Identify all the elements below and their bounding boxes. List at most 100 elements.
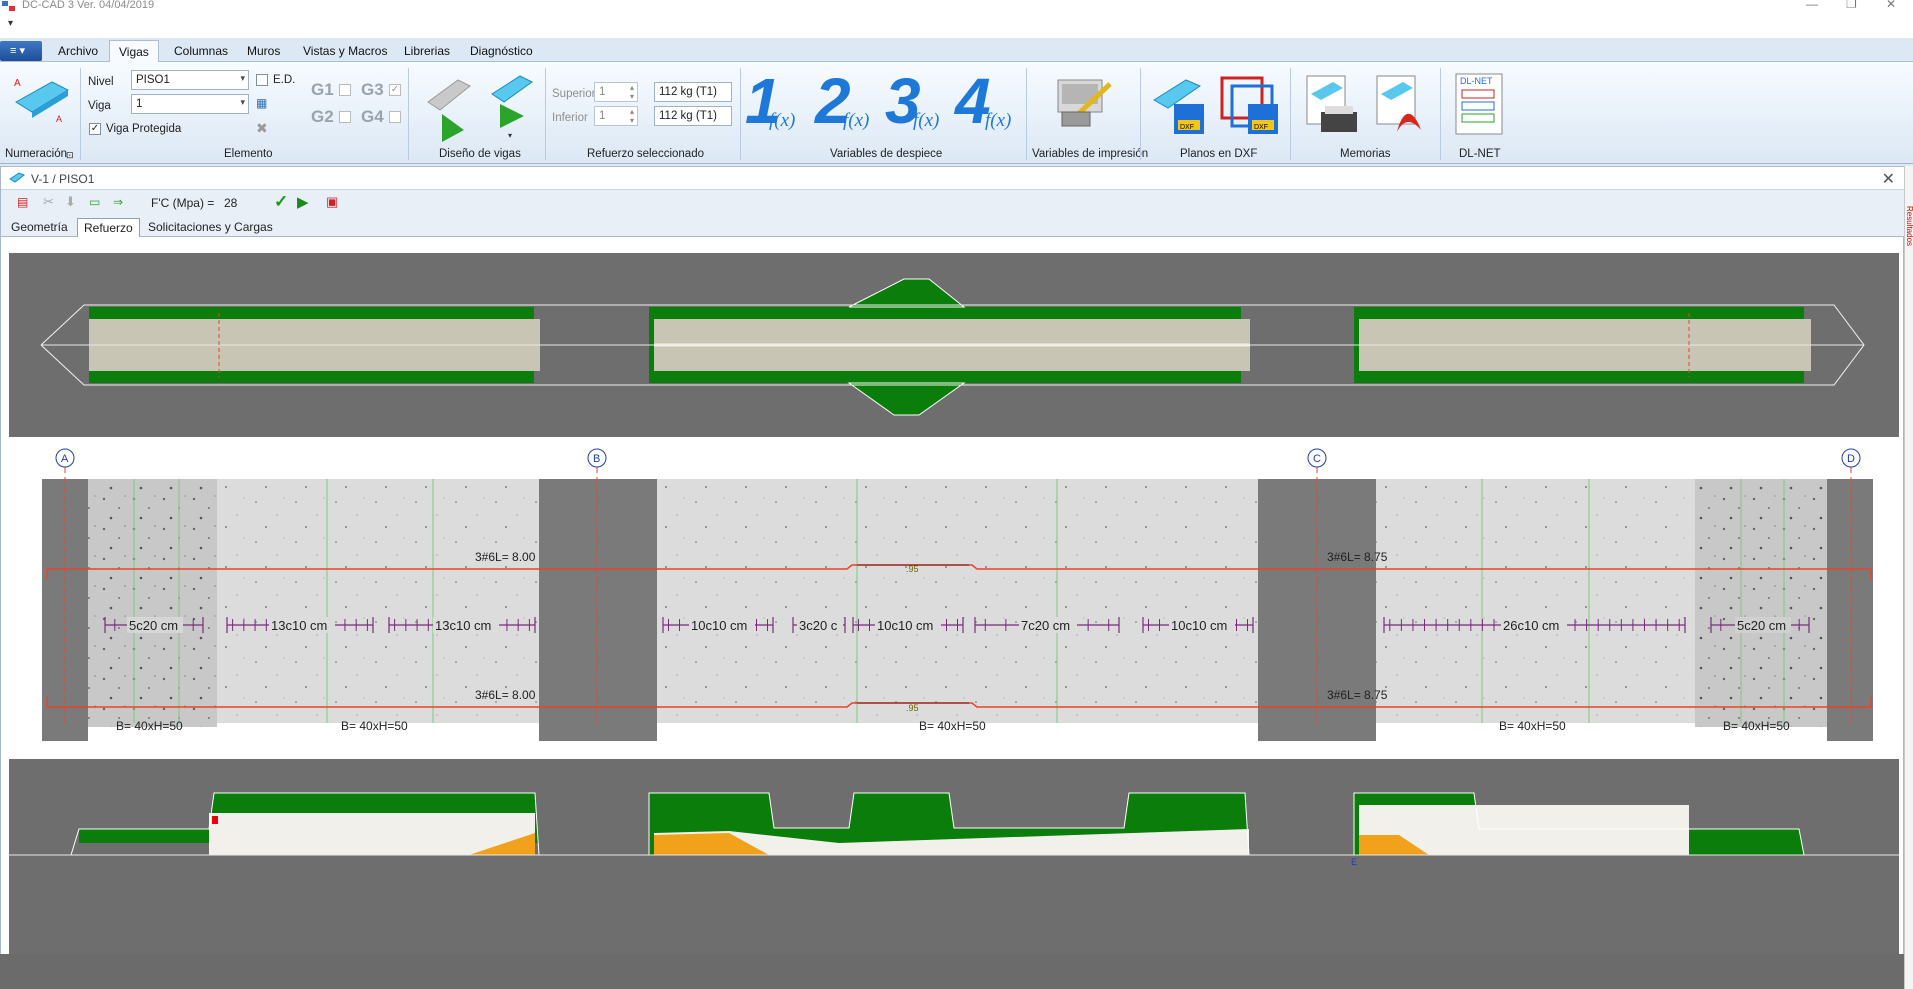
inferior-weight-field: 112 kg (T1): [654, 106, 732, 126]
g2-icon: G2: [311, 107, 334, 126]
memoria-pdf-icon[interactable]: [1373, 72, 1431, 138]
stirrup-label: 13c10 cm: [271, 618, 327, 633]
axis-b-label: B: [593, 453, 600, 465]
g3-checkbox[interactable]: ✓: [389, 84, 401, 96]
ribbon-tab-bar: ≡ ▾ Archivo Vigas Columnas Muros Vistas …: [0, 38, 1913, 63]
bottom-bar-label-2: 3#6L= 8.75: [1327, 688, 1388, 702]
tab-vistas-macros[interactable]: Vistas y Macros: [303, 44, 387, 58]
results-side-strip[interactable]: Resultados: [1904, 166, 1913, 989]
play-icon[interactable]: ▶: [297, 193, 309, 211]
beam-drawing-canvas[interactable]: A B C D 3#6L= 8.00 3#6L= 8.75 .95 3#6L= …: [9, 253, 1899, 965]
superior-value: 1: [599, 86, 606, 98]
viga-protegida-checkbox[interactable]: ✓: [89, 123, 101, 135]
nivel-label: Nivel: [88, 76, 114, 88]
document-title-bar: V-1 / PISO1 ✕: [1, 167, 1905, 189]
section-labels: B= 40xH=50 B= 40xH=50 B= 40xH=50 B= 40xH…: [116, 719, 1790, 733]
document-tab-bar: Geometría Refuerzo Solicitaciones y Carg…: [1, 215, 1905, 237]
print-small-icon[interactable]: ▦: [256, 96, 267, 110]
chevron-down-icon: ▾: [240, 73, 245, 83]
tab-diagnostico[interactable]: Diagnóstico: [470, 44, 533, 58]
dlnet-icon[interactable]: DL-NET: [1454, 72, 1504, 138]
stirrup-label: 7c20 cm: [1021, 618, 1070, 633]
ribbon-separator: [408, 68, 409, 160]
group-label-dlnet: DL-NET: [1459, 148, 1501, 160]
stop-report-icon[interactable]: ▣: [326, 194, 338, 210]
superior-label: Superior: [552, 88, 596, 100]
design-beam-grey-icon[interactable]: [424, 72, 480, 144]
document-toolbar: ▤ ✂ ⬇ ▭ ⇒ F'C (Mpa) = 28 ✓ ▶ ▣: [1, 189, 1905, 215]
tab-archivo[interactable]: Archivo: [58, 44, 98, 58]
status-bar: [0, 954, 1913, 989]
dxf-beam-icon[interactable]: DXF: [1152, 72, 1210, 138]
svg-text:DXF: DXF: [1180, 124, 1194, 131]
superior-spinner[interactable]: 1 ▴ ▾: [594, 82, 638, 102]
chevron-down-icon: ▾: [240, 97, 245, 107]
top-bar-label-1: 3#6L= 8.00: [475, 550, 536, 564]
stirrup-label: 10c10 cm: [877, 618, 933, 633]
numeracion-launcher-icon[interactable]: ⊡: [66, 150, 74, 161]
inferior-weight: 112 kg (T1): [659, 110, 717, 122]
g1-icon: G1: [311, 80, 334, 99]
qat-dropdown-icon[interactable]: ▾: [8, 18, 13, 29]
app-menu-icon: ≡ ▾: [10, 45, 25, 57]
group-label-numeracion: Numeración: [5, 148, 67, 160]
bottom-marker: E: [1351, 857, 1357, 867]
report-icon[interactable]: ▤: [17, 195, 28, 209]
fc-value[interactable]: 28: [224, 196, 237, 210]
svg-text:DXF: DXF: [1254, 124, 1268, 131]
minimize-icon[interactable]: —: [1806, 0, 1818, 11]
print-settings-icon[interactable]: [1052, 72, 1116, 132]
superior-weight: 112 kg (T1): [659, 86, 717, 98]
restore-icon[interactable]: ❐: [1846, 0, 1857, 11]
memoria-print-icon[interactable]: [1303, 72, 1361, 138]
close-window-icon[interactable]: ✕: [1886, 0, 1896, 11]
shear-envelope-panel: E: [9, 759, 1899, 965]
ed-checkbox[interactable]: [256, 74, 268, 86]
fx3-icon[interactable]: 3 f(x): [885, 65, 947, 140]
window-title: DC-CAD 3 Ver. 04/04/2019: [22, 0, 155, 11]
delete-small-icon[interactable]: ✖: [256, 120, 268, 137]
group-label-elemento: Elemento: [224, 148, 273, 160]
nivel-combo[interactable]: PISO1 ▾: [131, 70, 249, 90]
tab-vigas[interactable]: Vigas: [109, 40, 159, 63]
group-label-dxf: Planos en DXF: [1180, 148, 1258, 160]
design-beam-run-icon[interactable]: ▾: [490, 70, 534, 140]
check-icon[interactable]: ✓: [274, 192, 288, 212]
tab-geometria[interactable]: Geometría: [5, 218, 74, 237]
inferior-spinner[interactable]: 1 ▴ ▾: [594, 106, 638, 126]
fx1-icon[interactable]: 1 f(x): [745, 65, 807, 140]
tab-refuerzo[interactable]: Refuerzo: [77, 218, 140, 237]
viga-combo[interactable]: 1 ▾: [131, 94, 249, 114]
app-menu-button[interactable]: ≡ ▾: [0, 41, 42, 61]
group-label-memorias: Memorias: [1340, 148, 1391, 160]
rebar-move-icon[interactable]: ⇒: [113, 195, 123, 209]
stirrup-label: 5c20 cm: [1737, 618, 1786, 633]
ribbon-separator: [1440, 68, 1441, 160]
quick-access-toolbar: ▾: [0, 14, 1913, 38]
ribbon-separator: [740, 68, 741, 160]
download-icon[interactable]: ⬇: [65, 194, 76, 210]
section-label: B= 40xH=50: [919, 719, 986, 733]
dxf-frame-icon[interactable]: DXF: [1218, 72, 1282, 138]
fx4-icon[interactable]: 4 f(x): [955, 65, 1017, 140]
tab-columnas[interactable]: Columnas: [174, 44, 228, 58]
svg-text:DL-NET: DL-NET: [1460, 76, 1493, 86]
g4-checkbox[interactable]: [389, 111, 401, 123]
tab-muros[interactable]: Muros: [247, 44, 280, 58]
tab-solicitaciones[interactable]: Solicitaciones y Cargas: [142, 218, 279, 237]
rebar-add-icon[interactable]: ▭: [89, 195, 100, 209]
ribbon-separator: [1026, 68, 1027, 160]
axis-c-label: C: [1313, 453, 1321, 465]
close-document-icon[interactable]: ✕: [1882, 169, 1895, 189]
tab-librerias[interactable]: Librerias: [404, 44, 450, 58]
title-bar: DC-CAD 3 Ver. 04/04/2019 — ❐ ✕: [0, 0, 1913, 14]
g1-checkbox[interactable]: [339, 84, 351, 96]
fx2-icon[interactable]: 2 f(x): [815, 65, 877, 140]
numeracion-beam-icon[interactable]: A A: [12, 74, 72, 128]
stirrup-label: 5c20 cm: [129, 618, 178, 633]
top-splice-label: .95: [906, 564, 919, 574]
superior-weight-field: 112 kg (T1): [654, 82, 732, 102]
g2-checkbox[interactable]: [339, 111, 351, 123]
cut-icon[interactable]: ✂: [43, 194, 54, 210]
inferior-label: Inferior: [552, 112, 588, 124]
